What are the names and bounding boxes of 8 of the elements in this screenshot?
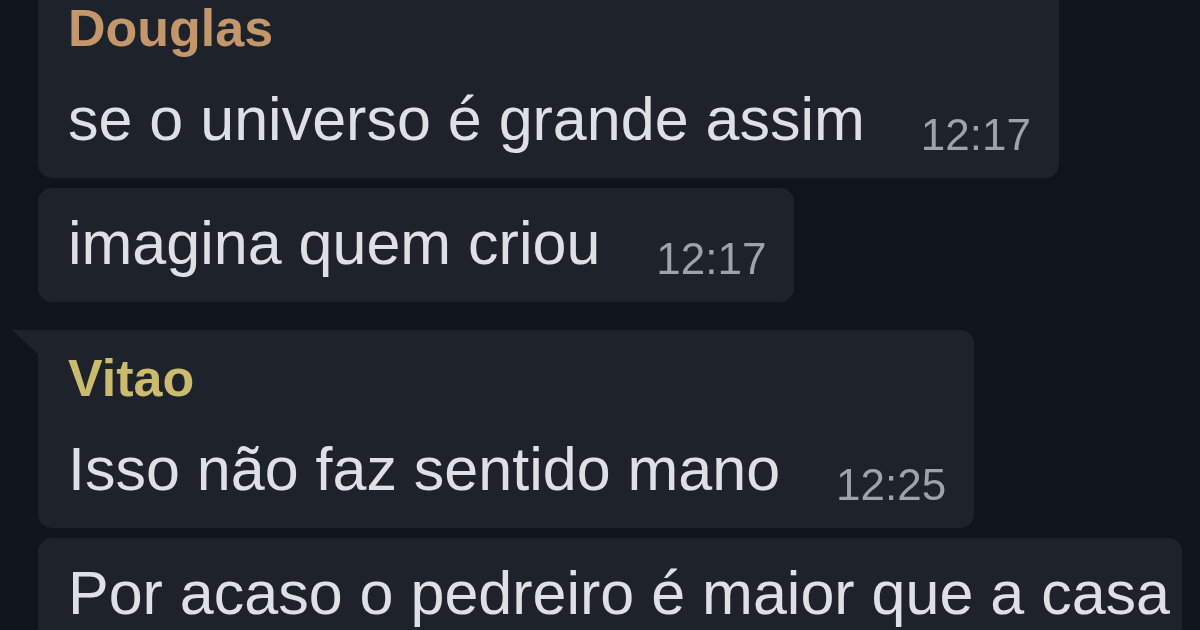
sender-name: Vitao (68, 352, 195, 404)
message-text: se o universo é grande assim (68, 84, 865, 154)
message-time: 12:17 (656, 237, 767, 281)
message-text: Isso não faz sentido mano (68, 434, 781, 504)
message-text: imagina quem criou (68, 208, 601, 278)
message-time: 12:25 (836, 463, 947, 507)
message-time: 12:17 (920, 113, 1031, 157)
message-text: Por acaso o pedreiro é maior que a casa (68, 558, 1171, 628)
